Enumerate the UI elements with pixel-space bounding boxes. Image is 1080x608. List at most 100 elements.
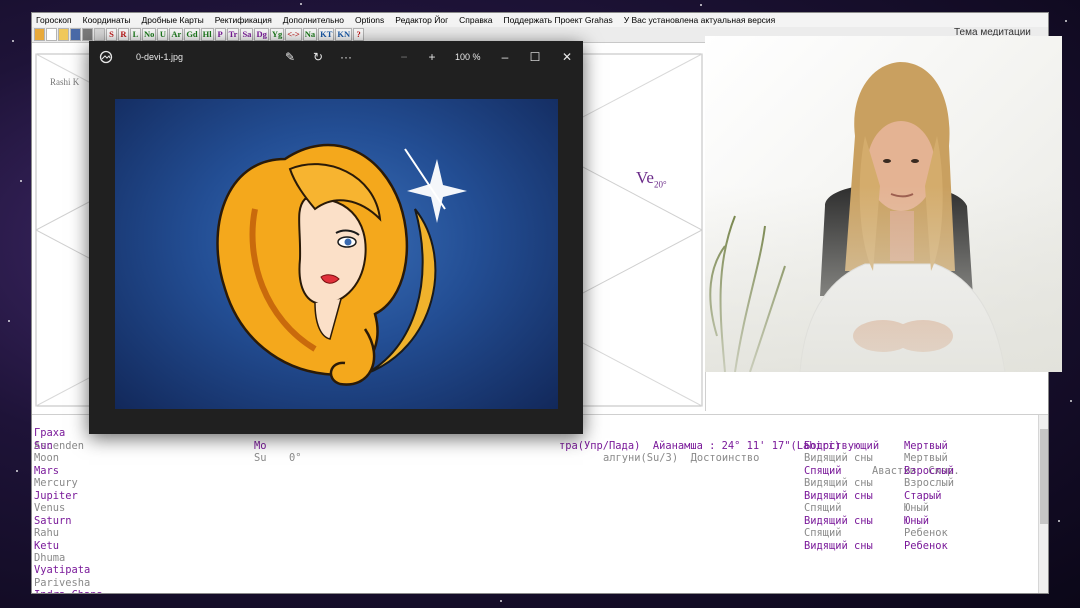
- print-icon[interactable]: [82, 28, 93, 41]
- star: [8, 320, 10, 322]
- star: [300, 3, 302, 5]
- toolbar-btn-help[interactable]: ?: [353, 28, 365, 41]
- cell-av1: Спящий: [804, 527, 842, 540]
- cell-graha: Dhuma: [34, 551, 66, 564]
- cell-av2: Юный: [904, 502, 930, 515]
- zoom-level: 100 %: [455, 52, 481, 62]
- cell-graha: Rahu: [34, 527, 60, 540]
- zoom-in-icon[interactable]: +: [423, 48, 441, 66]
- copy-icon[interactable]: [94, 28, 105, 41]
- star: [16, 470, 18, 472]
- new-file-icon[interactable]: [46, 28, 57, 41]
- chart-tab-label[interactable]: Rashi K: [50, 77, 79, 87]
- minimize-button[interactable]: –: [496, 48, 514, 66]
- menu-additional[interactable]: Дополнительно: [283, 15, 344, 25]
- star: [1070, 400, 1072, 402]
- zoom-out-icon[interactable]: −: [395, 48, 413, 66]
- toolbar-btn-hl[interactable]: Hl: [200, 28, 214, 41]
- cell-av2: Мертвый: [904, 439, 948, 452]
- cell-graha: Saturn: [34, 514, 72, 527]
- star: [1065, 20, 1067, 22]
- menu-divisional-charts[interactable]: Дробные Карты: [142, 15, 204, 25]
- photo-viewer-window: 0-devi-1.jpg ✎ ↻ ··· − + 100 % – ☐ ✕: [89, 41, 583, 434]
- scrollbar-thumb[interactable]: [1040, 429, 1048, 524]
- cell-av2: Старый: [904, 489, 942, 502]
- star: [20, 180, 22, 182]
- cell-av1: Видящий сны: [804, 477, 873, 490]
- menu-options[interactable]: Options: [355, 15, 384, 25]
- star: [500, 600, 502, 602]
- open-folder-icon[interactable]: [58, 28, 69, 41]
- menu-coordinates[interactable]: Координаты: [83, 15, 131, 25]
- app-logo-icon[interactable]: [34, 28, 45, 41]
- toolbar-btn-gd[interactable]: Gd: [184, 28, 200, 41]
- cell-av1: Видящий сны: [804, 452, 873, 465]
- cell-av2: Мертвый: [904, 452, 948, 465]
- menu-yoga-editor[interactable]: Редактор Йог: [395, 15, 448, 25]
- menu-help[interactable]: Справка: [459, 15, 492, 25]
- toolbar-btn-kn[interactable]: KN: [335, 28, 353, 41]
- edit-image-icon[interactable]: ✎: [281, 48, 299, 66]
- toolbar-btn-u[interactable]: U: [157, 28, 169, 41]
- cell-graha: Mars: [34, 464, 60, 477]
- save-icon[interactable]: [70, 28, 81, 41]
- graha-table-subheader: Ascenden алгуни(Su/3) Достоинство Авастх…: [34, 439, 960, 477]
- cell-graha: Venus: [34, 502, 66, 515]
- cell-av1: Спящий: [804, 464, 842, 477]
- wall-shadow: [705, 186, 1062, 372]
- menu-rectification[interactable]: Ректификация: [215, 15, 272, 25]
- toolbar-btn-arrows[interactable]: <->: [285, 28, 302, 41]
- virgo-goddess-image: [115, 99, 558, 409]
- photos-app-icon: [99, 50, 113, 64]
- more-options-icon[interactable]: ···: [337, 48, 355, 66]
- toolbar-btn-dg[interactable]: Dg: [254, 28, 269, 41]
- cell-av1: Видящий сны: [804, 489, 873, 502]
- toolbar-btn-no[interactable]: No: [142, 28, 157, 41]
- cell-graha: Jupiter: [34, 489, 78, 502]
- toolbar-btn-s[interactable]: S: [106, 28, 117, 41]
- goddess-illustration: [216, 143, 467, 386]
- star: [700, 4, 702, 6]
- table-scrollbar[interactable]: [1038, 415, 1048, 593]
- cell-av1: Видящий сны: [804, 514, 873, 527]
- toolbar-btn-kt[interactable]: KT: [318, 28, 335, 41]
- cell-graha: Ketu: [34, 539, 60, 552]
- cell-graha: Indra-Chapa: [34, 589, 103, 593]
- toolbar-btn-p[interactable]: P: [214, 28, 226, 41]
- viewer-filename: 0-devi-1.jpg: [136, 52, 184, 62]
- cell-graha: Vyatipata: [34, 564, 91, 577]
- webcam-presenter-feed: [705, 36, 1062, 372]
- toolbar-btn-sa[interactable]: Sa: [240, 28, 254, 41]
- toolbar-btn-l[interactable]: L: [130, 28, 141, 41]
- toolbar-btn-ar[interactable]: Ar: [169, 28, 184, 41]
- graha-table: Граха тра(Упр/Пада) Айанамша : 24° 11' 1…: [32, 414, 1048, 593]
- toolbar-btn-yg[interactable]: Yg: [269, 28, 285, 41]
- cell-graha: Mercury: [34, 477, 78, 490]
- cell-col3: Su: [254, 452, 267, 465]
- cell-av2: Ребенок: [904, 539, 948, 552]
- planet-venus-label: Ve20°: [636, 168, 667, 190]
- cell-av2: Взрослый: [904, 477, 955, 490]
- cell-graha: Sun: [34, 439, 53, 452]
- menu-bar: Гороскоп Координаты Дробные Карты Ректиф…: [32, 13, 1048, 27]
- cell-av2: Юный: [904, 514, 930, 527]
- toolbar-btn-tr[interactable]: Tr: [226, 28, 240, 41]
- menu-horoscope[interactable]: Гороскоп: [36, 15, 72, 25]
- menu-support-project[interactable]: Поддержать Проект Grahas: [504, 15, 613, 25]
- menu-version-status: У Вас установлена актуальная версия: [623, 15, 776, 25]
- cell-av2: Ребенок: [904, 527, 948, 540]
- toolbar-btn-na[interactable]: Na: [302, 28, 318, 41]
- cell-graha: Parivesha: [34, 576, 91, 589]
- cell-av2: Взрослый: [904, 464, 955, 477]
- cell-av1: Бодрствующий: [804, 439, 880, 452]
- cell-graha: Moon: [34, 452, 60, 465]
- toolbar-btn-r[interactable]: R: [118, 28, 129, 41]
- cell-col3: Mo: [254, 439, 267, 452]
- star: [1058, 520, 1060, 522]
- rotate-icon[interactable]: ↻: [309, 48, 327, 66]
- cell-av1: Спящий: [804, 502, 842, 515]
- close-button[interactable]: ✕: [558, 48, 576, 66]
- cell-av1: Видящий сны: [804, 539, 873, 552]
- star: [12, 40, 14, 42]
- maximize-button[interactable]: ☐: [526, 48, 544, 66]
